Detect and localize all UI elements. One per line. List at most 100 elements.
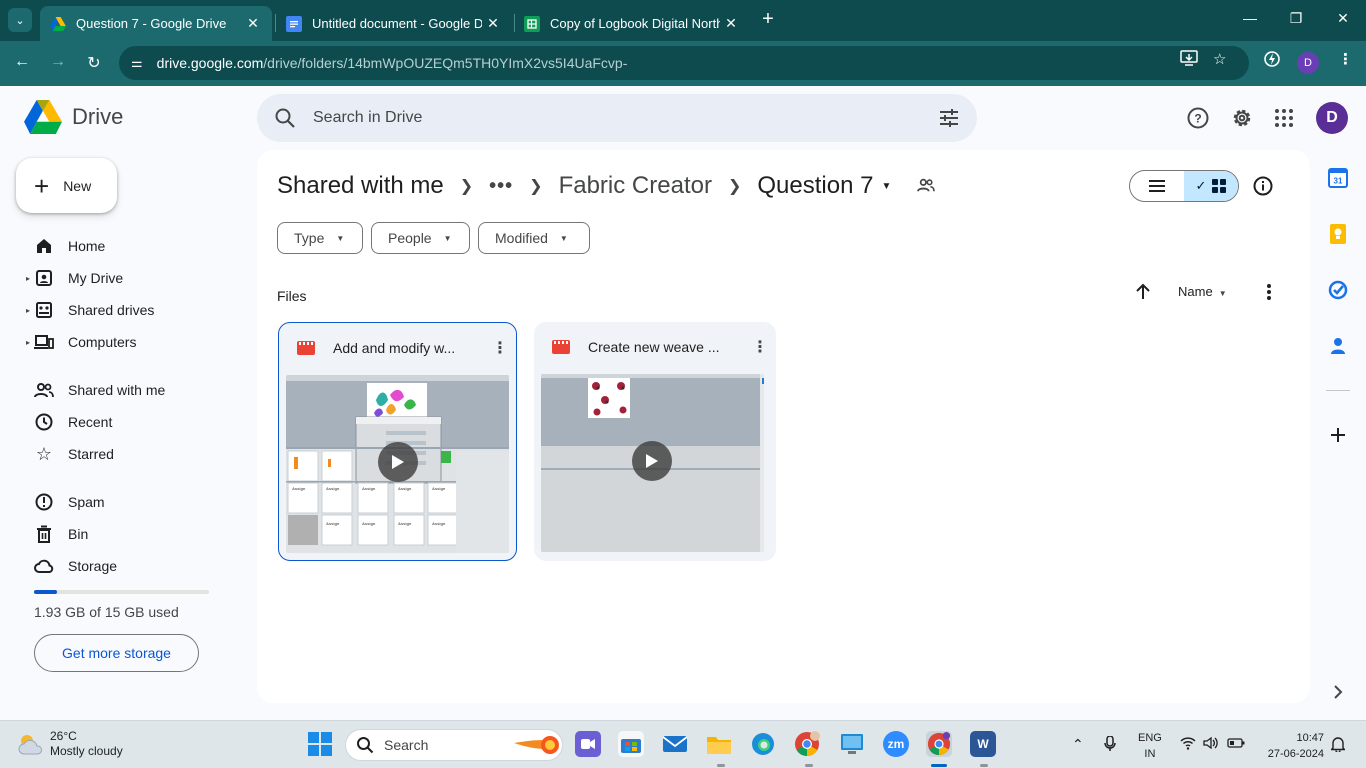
sidebar-item-home[interactable]: Home xyxy=(26,230,246,262)
modified-filter-chip[interactable]: Modified ▼ xyxy=(478,222,590,254)
tasks-icon[interactable] xyxy=(1328,280,1348,300)
type-filter-chip[interactable]: Type ▼ xyxy=(277,222,363,254)
address-bar[interactable]: ⚌ drive.google.com/drive/folders/14bmWpO… xyxy=(119,46,1249,80)
close-tab-icon[interactable]: ✕ xyxy=(720,15,742,32)
back-arrow-icon[interactable]: ← xyxy=(12,53,32,71)
volume-icon[interactable] xyxy=(1203,736,1219,753)
close-tab-icon[interactable]: ✕ xyxy=(482,15,504,32)
search-icon[interactable] xyxy=(273,106,297,130)
contacts-icon[interactable] xyxy=(1328,336,1348,356)
install-app-icon[interactable] xyxy=(1180,50,1198,70)
windows-start-icon[interactable] xyxy=(307,731,333,757)
restore-window-icon[interactable]: ❐ xyxy=(1286,10,1306,27)
site-info-icon[interactable]: ⚌ xyxy=(131,55,143,71)
play-video-icon[interactable] xyxy=(632,441,672,481)
new-tab-plus-icon[interactable]: + xyxy=(758,8,778,31)
search-icon xyxy=(357,737,374,754)
sidebar-item-my-drive[interactable]: ▸ My Drive xyxy=(26,262,246,294)
desktop-app-icon[interactable] xyxy=(839,731,865,757)
people-filter-chip[interactable]: People ▼ xyxy=(371,222,470,254)
expand-caret-icon[interactable]: ▸ xyxy=(26,306,34,315)
sidebar-item-storage[interactable]: Storage xyxy=(26,550,246,582)
notifications-bell-icon[interactable] xyxy=(1329,736,1347,755)
bookmark-star-icon[interactable]: ☆ xyxy=(1213,50,1226,68)
sidebar-item-shared-drives[interactable]: ▸ Shared drives xyxy=(26,294,246,326)
file-more-options-icon[interactable]: ⋮ xyxy=(484,338,516,358)
sidebar-item-recent[interactable]: Recent xyxy=(26,406,246,438)
folder-menu-dropdown-icon[interactable]: ▼ xyxy=(881,181,891,192)
breadcrumb-more-icon[interactable]: ••• xyxy=(489,175,513,198)
grid-view-button[interactable]: ✓ xyxy=(1184,171,1238,201)
teams-meet-app-icon[interactable] xyxy=(575,731,601,757)
sidebar-item-shared-with-me[interactable]: Shared with me xyxy=(26,374,246,406)
show-hidden-icons-chevron-icon[interactable]: ⌃ xyxy=(1072,736,1084,753)
close-tab-icon[interactable]: ✕ xyxy=(242,15,264,32)
forward-arrow-icon[interactable]: → xyxy=(48,53,68,71)
drive-logo-text: Drive xyxy=(72,104,124,129)
mail-app-icon[interactable] xyxy=(662,731,688,757)
wifi-icon[interactable] xyxy=(1180,736,1196,753)
drive-search-bar[interactable]: Search in Drive xyxy=(257,94,977,142)
new-button[interactable]: + New xyxy=(16,158,117,213)
add-addon-plus-icon[interactable] xyxy=(1328,425,1348,445)
google-drive-favicon-icon xyxy=(50,16,66,32)
drive-logo[interactable]: Drive xyxy=(24,100,123,134)
browser-tab-sheets[interactable]: Copy of Logbook Digital North ✕ xyxy=(516,6,750,41)
word-app-icon[interactable]: W xyxy=(970,731,996,757)
expand-caret-icon[interactable]: ▸ xyxy=(26,338,34,347)
file-explorer-icon[interactable] xyxy=(706,731,732,757)
list-view-button[interactable] xyxy=(1130,171,1184,201)
get-more-storage-button[interactable]: Get more storage xyxy=(34,634,199,672)
expand-side-panel-icon[interactable] xyxy=(1328,682,1348,702)
browser-tab-drive[interactable]: Question 7 - Google Drive ✕ xyxy=(40,6,272,41)
video-thumbnail[interactable]: Assign Assign Assign Assign Assign Assign Ass… xyxy=(286,375,509,553)
input-language-indicator[interactable]: ENG IN xyxy=(1138,730,1162,762)
help-icon[interactable]: ? xyxy=(1186,106,1210,130)
breadcrumb-current-folder[interactable]: Question 7 xyxy=(757,172,873,200)
chrome-profile-app-icon[interactable] xyxy=(794,731,820,757)
minimize-window-icon[interactable]: — xyxy=(1240,10,1260,26)
browser-tab-docs[interactable]: Untitled document - Google Do ✕ xyxy=(278,6,512,41)
video-thumbnail[interactable] xyxy=(541,374,764,552)
breadcrumb-root[interactable]: Shared with me xyxy=(277,172,444,200)
info-icon[interactable] xyxy=(1253,176,1273,196)
sidebar-item-starred[interactable]: ☆ Starred xyxy=(26,438,246,470)
sidebar-item-bin[interactable]: Bin xyxy=(26,518,246,550)
performance-icon[interactable] xyxy=(1263,50,1281,72)
reload-icon[interactable]: ↻ xyxy=(84,53,104,73)
breadcrumb-folder[interactable]: Fabric Creator xyxy=(559,172,712,200)
search-input[interactable]: Search in Drive xyxy=(313,109,937,127)
chrome-profile-avatar[interactable]: D xyxy=(1297,52,1319,74)
chrome-menu-icon[interactable]: ⋮ xyxy=(1338,50,1353,68)
expand-caret-icon[interactable]: ▸ xyxy=(26,274,34,283)
play-video-icon[interactable] xyxy=(378,442,418,482)
edge-browser-icon[interactable] xyxy=(750,731,776,757)
file-card[interactable]: Create new weave ... ⋮ xyxy=(534,322,776,561)
sidebar-item-spam[interactable]: Spam xyxy=(26,486,246,518)
taskbar-search-box[interactable]: Search xyxy=(345,729,563,761)
account-avatar[interactable]: D xyxy=(1316,102,1348,134)
more-options-icon[interactable] xyxy=(1259,282,1279,302)
microsoft-store-icon[interactable] xyxy=(618,731,644,757)
weather-widget[interactable]: 26°C Mostly cloudy xyxy=(16,729,123,759)
google-apps-grid-icon[interactable] xyxy=(1272,106,1296,130)
sidebar-item-computers[interactable]: ▸ Computers xyxy=(26,326,246,358)
chrome-app-icon-active[interactable] xyxy=(926,731,952,757)
microphone-icon[interactable] xyxy=(1104,735,1116,755)
keep-icon[interactable] xyxy=(1328,224,1348,244)
svg-text:31: 31 xyxy=(1334,177,1343,186)
sort-direction-arrow-icon[interactable] xyxy=(1133,282,1153,302)
file-more-options-icon[interactable]: ⋮ xyxy=(744,337,776,357)
settings-gear-icon[interactable] xyxy=(1230,106,1254,130)
tab-search-button[interactable]: ⌄ xyxy=(8,8,32,32)
calendar-icon[interactable]: 31 xyxy=(1328,168,1348,188)
search-options-icon[interactable] xyxy=(937,106,961,130)
battery-icon[interactable] xyxy=(1227,736,1245,752)
running-app-indicator xyxy=(717,764,725,767)
sort-by-button[interactable]: Name ▼ xyxy=(1178,284,1227,299)
system-clock[interactable]: 10:47 27-06-2024 xyxy=(1256,730,1324,762)
zoom-app-icon[interactable]: zm xyxy=(883,731,909,757)
close-window-icon[interactable]: ✕ xyxy=(1333,10,1353,27)
shared-folder-people-icon[interactable] xyxy=(917,172,936,200)
file-card[interactable]: Add and modify w... ⋮ Assign Assign Assi… xyxy=(278,322,517,561)
